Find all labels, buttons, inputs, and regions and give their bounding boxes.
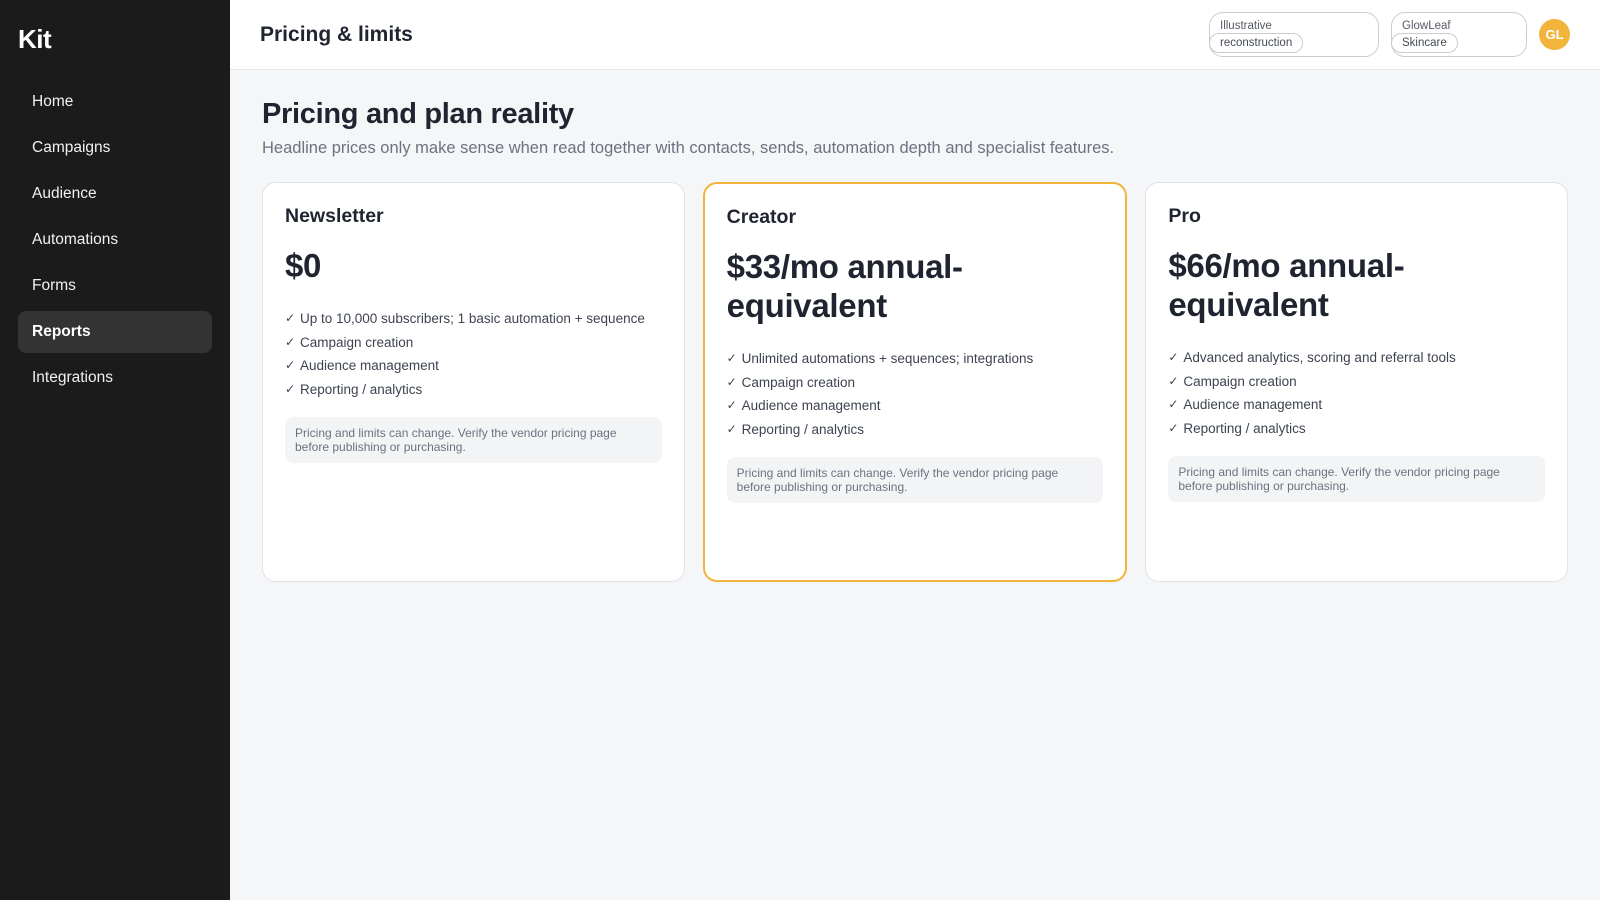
plan-features: ✓ Advanced analytics, scoring and referra… [1168, 346, 1545, 440]
plan-name: Creator [726, 206, 797, 228]
feature-label: Audience management [300, 358, 439, 373]
feature-item: ✓ Reporting / analytics [285, 378, 662, 402]
check-icon: ✓ [285, 334, 296, 349]
sidebar-nav: Home Campaigns Audience Automations Form… [18, 81, 212, 399]
pricing-disclaimer: Pricing and limits can change. Verify th… [726, 457, 1104, 503]
sidebar-item-reports[interactable]: Reports [18, 311, 212, 353]
sidebar: Kit Home Campaigns Audience Automations … [0, 0, 230, 900]
plan-features: ✓ Unlimited automations + sequences; inte… [727, 347, 1104, 441]
plan-name: Newsletter [285, 205, 384, 227]
feature-item: ✓ Up to 10,000 subscribers; 1 basic autom… [285, 307, 662, 331]
feature-item: ✓ Advanced analytics, scoring and referra… [1168, 346, 1545, 370]
pricing-disclaimer: Pricing and limits can change. Verify th… [285, 417, 662, 463]
feature-item: ✓ Audience management [285, 354, 662, 378]
sidebar-item-integrations[interactable]: Integrations [18, 357, 212, 399]
top-bar-actions: Illustrative reconstruction GlowLeaf Ski… [1209, 12, 1570, 57]
check-icon: ✓ [726, 351, 737, 365]
pricing-cards: Newsletter $0 ✓ Up to 10,000 subscribers;… [262, 182, 1569, 582]
workspace-line-2: Skincare [1391, 33, 1458, 53]
check-icon: ✓ [1168, 397, 1179, 411]
plan-price: $33/mo annual-equivalent [726, 248, 963, 324]
feature-item: ✓ Reporting / analytics [1168, 417, 1545, 441]
sidebar-item-audience[interactable]: Audience [18, 173, 212, 215]
content: Pricing and plan reality Headline prices… [230, 70, 1600, 582]
page-subtitle: Headline prices only make sense when rea… [262, 139, 1115, 157]
check-icon: ✓ [726, 421, 737, 436]
feature-label: Campaign creation [300, 334, 414, 350]
feature-label: Up to 10,000 subscribers; 1 basic automa… [300, 311, 645, 326]
feature-item: ✓ Audience management [1168, 393, 1545, 417]
feature-label: Reporting / analytics [741, 421, 864, 437]
sidebar-item-forms[interactable]: Forms [18, 265, 212, 307]
feature-label: Campaign creation [1183, 373, 1297, 389]
check-icon: ✓ [285, 358, 296, 372]
feature-label: Reporting / analytics [300, 381, 423, 397]
check-icon: ✓ [1168, 420, 1179, 435]
feature-label: Audience management [741, 398, 881, 413]
sidebar-item-automations[interactable]: Automations [18, 219, 212, 261]
top-bar: Pricing & limits Illustrative reconstruc… [230, 0, 1600, 70]
pricing-disclaimer: Pricing and limits can change. Verify th… [1168, 456, 1546, 502]
workspace-switcher[interactable]: GlowLeaf Skincare [1391, 12, 1527, 57]
plan-card-newsletter: Newsletter $0 ✓ Up to 10,000 subscribers;… [262, 182, 685, 582]
page-header-title: Pricing & limits [260, 22, 413, 46]
reconstruction-badge[interactable]: Illustrative reconstruction [1209, 12, 1379, 57]
feature-item: ✓ Reporting / analytics [727, 418, 1104, 442]
plan-card-pro: Pro $66/mo annual-equivalent ✓ Advanced a… [1145, 182, 1569, 582]
check-icon: ✓ [1168, 350, 1179, 364]
plan-features: ✓ Up to 10,000 subscribers; 1 basic autom… [285, 307, 662, 401]
check-icon: ✓ [726, 374, 737, 389]
check-icon: ✓ [1168, 373, 1179, 388]
brand-logo[interactable]: Kit [18, 24, 212, 55]
feature-label: Unlimited automations + sequences; integ… [741, 351, 1034, 366]
plan-price: $0 [285, 247, 322, 284]
sidebar-item-campaigns[interactable]: Campaigns [18, 127, 212, 169]
plan-price: $66/mo annual-equivalent [1168, 247, 1405, 323]
feature-item: ✓ Campaign creation [727, 371, 1104, 395]
feature-item: ✓ Campaign creation [285, 331, 662, 355]
badge-line-2: reconstruction [1209, 33, 1304, 53]
plan-card-creator: Creator $33/mo annual-equivalent ✓ Unlimi… [702, 182, 1128, 582]
main-area: Pricing & limits Illustrative reconstruc… [230, 0, 1600, 900]
feature-label: Campaign creation [741, 374, 855, 390]
avatar[interactable]: GL [1539, 19, 1570, 50]
check-icon: ✓ [285, 311, 296, 325]
check-icon: ✓ [285, 381, 296, 396]
check-icon: ✓ [726, 398, 737, 412]
feature-item: ✓ Audience management [727, 394, 1104, 418]
feature-item: ✓ Unlimited automations + sequences; inte… [727, 347, 1104, 371]
feature-item: ✓ Campaign creation [1168, 370, 1545, 394]
feature-label: Audience management [1183, 397, 1323, 412]
feature-label: Reporting / analytics [1183, 420, 1306, 436]
feature-label: Advanced analytics, scoring and referral… [1183, 350, 1456, 365]
badge-line-1: Illustrative [1220, 20, 1272, 32]
plan-name: Pro [1168, 205, 1201, 227]
sidebar-item-home[interactable]: Home [18, 81, 212, 123]
page-title: Pricing and plan reality [262, 98, 574, 130]
workspace-line-1: GlowLeaf [1402, 20, 1451, 32]
